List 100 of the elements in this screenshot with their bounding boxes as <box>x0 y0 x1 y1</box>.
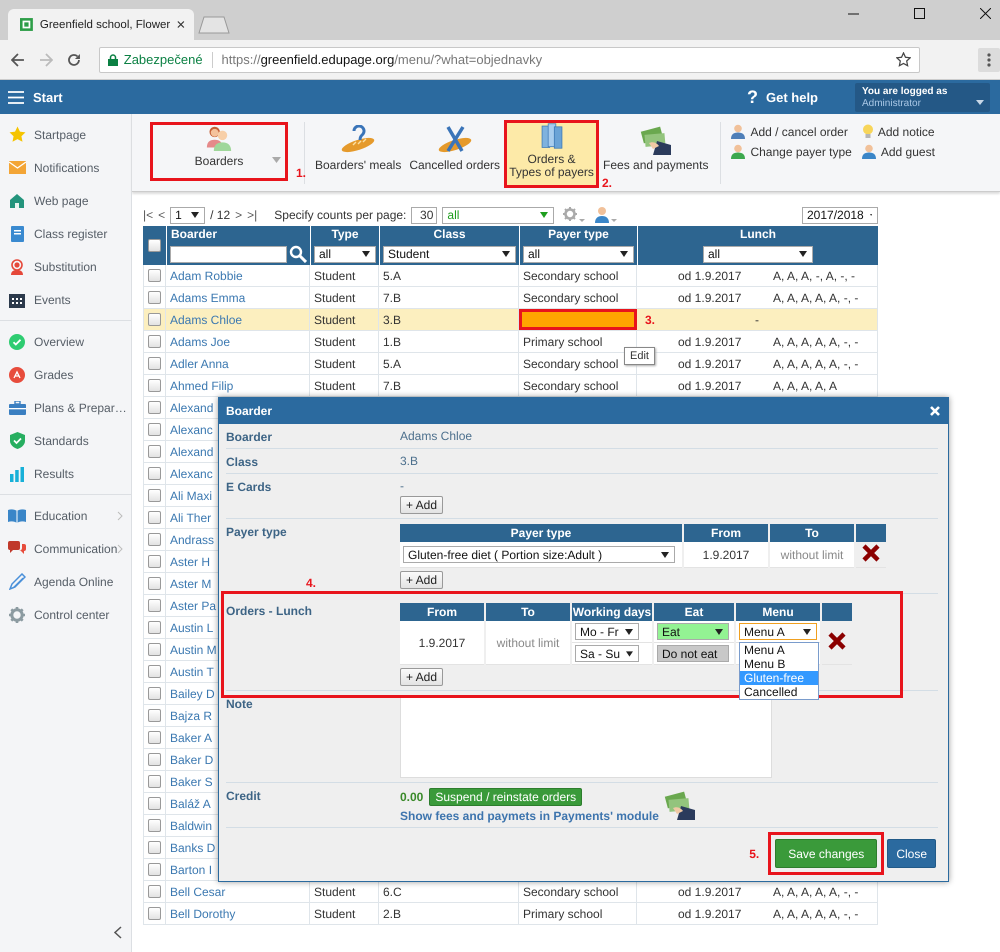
checkbox[interactable] <box>148 885 161 898</box>
boarder-link[interactable]: Austin L <box>170 620 214 634</box>
action-link[interactable]: Add / cancel order <box>731 124 852 139</box>
gear-icon[interactable] <box>562 206 586 224</box>
table-row[interactable]: Bell Cesar Student 6.C Secondary school od 1.9.2017 A, A, A, A, A, -, - <box>143 881 878 903</box>
boarder-link[interactable]: Bell Cesar <box>170 884 226 898</box>
checkbox[interactable] <box>148 467 161 480</box>
boarder-link[interactable]: Bailey D <box>170 686 215 700</box>
close-button[interactable]: Close <box>887 839 936 868</box>
checkbox[interactable] <box>148 643 161 656</box>
checkbox[interactable] <box>148 511 161 524</box>
checkbox[interactable] <box>148 489 161 502</box>
menu-dropdown[interactable]: Menu A <box>739 623 817 640</box>
checkbox[interactable] <box>148 239 161 252</box>
sidebar-item[interactable]: Communication <box>0 532 131 565</box>
dropdown-option[interactable]: Menu B <box>740 657 818 671</box>
collapse-icon[interactable] <box>114 926 122 939</box>
checkbox[interactable] <box>148 819 161 832</box>
add-button[interactable]: + Add <box>400 668 444 686</box>
checkbox[interactable] <box>148 577 161 590</box>
checkbox[interactable] <box>148 907 161 920</box>
dropdown-option[interactable]: Cancelled <box>740 685 818 699</box>
checkbox[interactable] <box>148 313 161 326</box>
checkbox[interactable] <box>148 335 161 348</box>
checkbox[interactable] <box>148 709 161 722</box>
boarder-link[interactable]: Adam Robbie <box>170 268 243 282</box>
sidebar-item[interactable]: Overview <box>0 325 131 358</box>
action-link[interactable]: Add guest <box>862 144 935 159</box>
sidebar-item[interactable]: Notifications <box>0 151 131 184</box>
checkbox[interactable] <box>148 401 161 414</box>
table-row[interactable]: Ahmed Filip Student 7.B Secondary school od 1.9.2017 A, A, A, A, A <box>143 375 878 397</box>
checkbox[interactable] <box>148 841 161 854</box>
class-filter-dropdown[interactable]: Student <box>383 246 516 262</box>
checkbox[interactable] <box>148 687 161 700</box>
boarder-link[interactable]: Austin T <box>170 664 214 678</box>
action-link[interactable]: Add notice <box>862 124 935 139</box>
dropdown-option[interactable]: Menu A <box>740 643 818 657</box>
filter-dropdown[interactable]: all <box>442 206 554 224</box>
delete-icon[interactable] <box>828 632 846 650</box>
boarder-link[interactable]: Austin M <box>170 642 217 656</box>
boarder-link[interactable]: Banks D <box>170 840 216 854</box>
boarder-link[interactable]: Adler Anna <box>170 356 229 370</box>
maximize-icon[interactable] <box>914 8 925 19</box>
account-menu[interactable]: You are logged as Administrator <box>855 82 990 112</box>
toolbar-button[interactable]: Boarders' meals <box>315 124 402 176</box>
checkbox[interactable] <box>148 445 161 458</box>
toolbar-button[interactable]: Boarders <box>153 125 285 178</box>
sidebar-item[interactable]: Grades <box>0 358 131 391</box>
boarder-link[interactable]: Aster Pa <box>170 598 216 612</box>
sidebar-item[interactable]: Startpage <box>0 118 131 151</box>
action-link[interactable]: Change payer type <box>731 144 852 159</box>
toolbar-button[interactable]: Cancelled orders <box>409 124 500 176</box>
more-button[interactable] <box>978 48 1000 72</box>
checkbox[interactable] <box>148 621 161 634</box>
next-page-link[interactable]: > <box>235 208 242 222</box>
sidebar-item[interactable]: Control center <box>0 598 131 631</box>
checkbox[interactable] <box>148 423 161 436</box>
sidebar-item[interactable]: Education <box>0 499 131 532</box>
close-icon[interactable] <box>980 8 991 19</box>
table-row[interactable]: Bell Dorothy Student 2.B Primary school od 1.9.2017 A, A, A, A, A, -, - <box>143 903 878 925</box>
search-icon[interactable] <box>289 245 307 263</box>
year-dropdown[interactable]: 2017/2018 <box>802 206 878 224</box>
boarder-link[interactable]: Aster M <box>170 576 212 590</box>
sidebar-item[interactable]: Substitution <box>0 250 131 283</box>
boarder-link[interactable]: Alexanc <box>170 466 213 480</box>
star-icon[interactable] <box>896 52 912 67</box>
note-field[interactable] <box>400 696 772 778</box>
menu-icon[interactable] <box>8 90 24 104</box>
address-field[interactable]: Zabezpečené https://greenfield.edupage.org/menu/?what=objednavky <box>98 46 920 72</box>
browser-tab[interactable]: Greenfield school, Flower <box>8 9 194 40</box>
search-field[interactable] <box>170 246 287 262</box>
sidebar-item[interactable]: Agenda Online <box>0 565 131 598</box>
boarder-link[interactable]: Bell Dorothy <box>170 906 236 920</box>
sidebar-item[interactable]: Web page <box>0 184 131 217</box>
add-button[interactable]: + Add <box>400 571 444 589</box>
checkbox[interactable] <box>148 731 161 744</box>
checkbox[interactable] <box>148 357 161 370</box>
boarder-link[interactable]: Ali Ther <box>170 510 212 524</box>
checkbox[interactable] <box>148 775 161 788</box>
checkbox[interactable] <box>148 555 161 568</box>
close-icon[interactable] <box>177 20 185 29</box>
boarder-link[interactable]: Adams Emma <box>170 290 246 304</box>
boarder-link[interactable]: Bajza R <box>170 708 212 722</box>
checkbox[interactable] <box>148 665 161 678</box>
editing-cell[interactable] <box>519 309 637 330</box>
sidebar-item[interactable]: Plans & Prepar… <box>0 391 131 424</box>
sidebar-item[interactable]: Events <box>0 283 131 316</box>
lunch-filter-dropdown[interactable]: all <box>703 246 813 262</box>
boarder-link[interactable]: Adams Joe <box>170 334 230 348</box>
suspend-button[interactable]: Suspend / reinstate orders <box>429 788 582 806</box>
days-dropdown[interactable]: Sa - Su <box>575 645 639 662</box>
boarder-link[interactable]: Andrass <box>170 532 214 546</box>
payer-filter-dropdown[interactable]: all <box>523 246 634 262</box>
page-dropdown[interactable]: 1 <box>170 206 206 224</box>
checkbox[interactable] <box>148 379 161 392</box>
table-row[interactable]: Adam Robbie Student 5.A Secondary school od 1.9.2017 A, A, A, -, A, -, - <box>143 265 878 287</box>
add-button[interactable]: + Add <box>400 496 444 514</box>
eat-dropdown[interactable]: Do not eat <box>657 645 729 662</box>
checkbox[interactable] <box>148 753 161 766</box>
start-link[interactable]: Start <box>33 90 63 104</box>
